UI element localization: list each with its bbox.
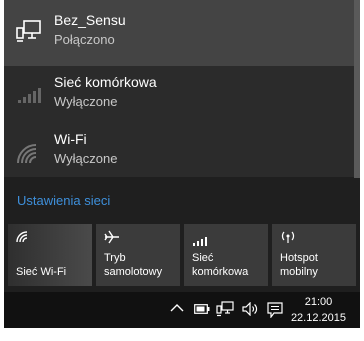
tile-cellular[interactable]: Sieć komórkowa <box>184 224 268 286</box>
scrollbar-thumb[interactable] <box>354 0 360 178</box>
connection-list: Bez_Sensu Połączono Sieć komórkowa Wyłąc… <box>4 0 354 177</box>
connection-item-bez-sensu[interactable]: Bez_Sensu Połączono <box>4 0 354 66</box>
cellular-signal-icon <box>192 233 210 251</box>
tile-label-line1: Hotspot <box>280 252 318 264</box>
tile-label-line1: Tryb <box>104 252 126 264</box>
cellular-signal-icon <box>16 86 42 109</box>
tile-airplane-mode[interactable]: Tryb samolotowy <box>96 224 180 286</box>
network-icon[interactable] <box>216 301 234 317</box>
tile-mobile-hotspot[interactable]: Hotspot mobilny <box>272 224 356 286</box>
taskbar: 21:00 22.12.2015 <box>4 292 360 328</box>
airplane-icon <box>104 230 120 249</box>
connection-name: Sieć komórkowa <box>54 74 157 90</box>
chevron-up-icon[interactable] <box>170 303 184 317</box>
ethernet-icon <box>16 20 42 49</box>
connection-name: Wi-Fi <box>54 131 87 147</box>
scrollbar[interactable] <box>354 0 360 178</box>
tile-label-line1: Sieć <box>192 252 214 264</box>
connection-status: Wyłączone <box>54 151 118 166</box>
tile-label-line2: samolotowy <box>104 266 163 278</box>
connection-item-wifi[interactable]: Wi-Fi Wyłączone <box>4 121 354 177</box>
hotspot-icon <box>280 230 296 249</box>
tile-label: Sieć Wi-Fi <box>16 266 67 278</box>
wifi-icon <box>16 143 42 170</box>
volume-icon[interactable] <box>242 302 260 318</box>
clock-date: 22.12.2015 <box>290 312 346 324</box>
clock-time: 21:00 <box>304 296 333 308</box>
network-flyout: Bez_Sensu Połączono Sieć komórkowa Wyłąc… <box>4 0 360 292</box>
battery-icon[interactable] <box>194 304 210 316</box>
tile-label-line2: komórkowa <box>192 266 249 278</box>
connection-name: Bez_Sensu <box>54 12 126 28</box>
clock[interactable]: 21:00 22.12.2015 <box>291 294 346 326</box>
connection-status: Wyłączone <box>54 94 118 109</box>
connection-item-cellular[interactable]: Sieć komórkowa Wyłączone <box>4 66 354 121</box>
network-settings-link[interactable]: Ustawienia sieci <box>17 193 110 208</box>
connection-status: Połączono <box>54 32 115 47</box>
tile-wifi[interactable]: Sieć Wi-Fi <box>8 224 92 286</box>
wifi-icon <box>16 230 30 248</box>
tile-label-line2: mobilny <box>280 266 318 278</box>
action-center-icon[interactable] <box>267 302 283 318</box>
